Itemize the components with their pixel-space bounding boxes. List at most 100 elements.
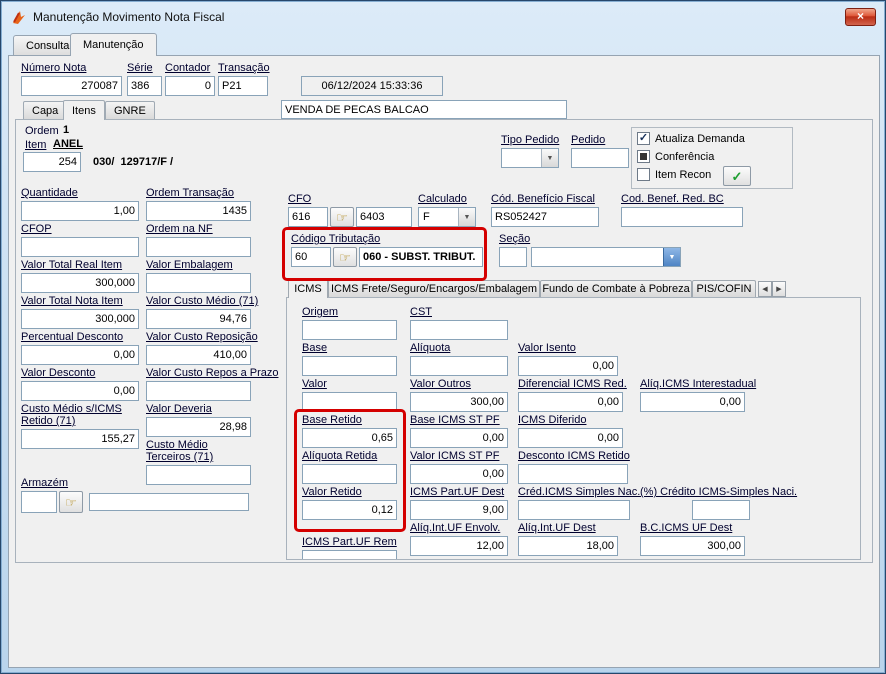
contador-input[interactable] (165, 76, 215, 96)
valor-retido-input[interactable] (302, 500, 397, 520)
chevron-down-icon[interactable]: ▼ (458, 208, 475, 226)
field-valor-outros: Valor Outros (410, 378, 508, 412)
cfo-lookup-button[interactable]: ☞ (330, 207, 354, 227)
atualiza-demanda-label: Atualiza Demanda (655, 133, 745, 145)
item-label[interactable]: Item (25, 139, 46, 151)
pct-credito-icms-simples-input[interactable] (692, 500, 750, 520)
icms-base-input[interactable] (302, 356, 397, 376)
icms-aliquota-input[interactable] (410, 356, 508, 376)
cfo-input[interactable] (288, 207, 328, 227)
numero-nota-input[interactable] (21, 76, 122, 96)
valor-icms-st-pf-input[interactable] (410, 464, 508, 484)
ordem-value: 1 (63, 124, 69, 136)
tab-icms[interactable]: ICMS (288, 279, 328, 298)
aliq-icms-interestadual-input[interactable] (640, 392, 745, 412)
tipo-pedido-combo[interactable]: ▼ (501, 148, 559, 168)
ordem-transacao-input[interactable] (146, 201, 251, 221)
tab-capa[interactable]: Capa (23, 101, 67, 119)
aliq-int-uf-envolv-label: Alíq.Int.UF Envolv. (410, 522, 508, 534)
codigo-tributacao-lookup-button[interactable]: ☞ (333, 247, 357, 267)
icms-part-uf-dest-input[interactable] (410, 500, 508, 520)
field-base-retido: Base Retido (302, 414, 397, 448)
armazem-descricao-input[interactable] (89, 493, 249, 511)
ordem-na-nf-input[interactable] (146, 237, 251, 257)
valor-desconto-input[interactable] (21, 381, 139, 401)
desconto-icms-retido-input[interactable] (518, 464, 628, 484)
codigo-tributacao-input[interactable] (291, 247, 331, 267)
tab-gnre[interactable]: GNRE (105, 101, 155, 119)
field-quantidade: Quantidade (21, 187, 139, 221)
valor-isento-input[interactable] (518, 356, 618, 376)
transacao-input[interactable] (218, 76, 268, 96)
icms-diferido-input[interactable] (518, 428, 623, 448)
lookup-icon: ☞ (336, 211, 348, 224)
cst-label: CST (410, 306, 508, 318)
valor-deveria-input[interactable] (146, 417, 251, 437)
close-icon[interactable]: × (845, 8, 876, 26)
tab-manutencao[interactable]: Manutenção (70, 33, 157, 56)
armazem-input[interactable] (21, 491, 57, 513)
origem-input[interactable] (302, 320, 397, 340)
cod-benef-red-bc-label: Cod. Benef. Red. BC (621, 193, 743, 205)
aliq-int-uf-envolv-input[interactable] (410, 536, 508, 556)
tab-scroll-right-icon[interactable]: ▶ (772, 281, 786, 297)
filled-checkbox-icon (637, 150, 650, 163)
tab-pis-cofins[interactable]: PIS/COFIN (692, 280, 756, 297)
icms-valor-input[interactable] (302, 392, 397, 412)
quantidade-input[interactable] (21, 201, 139, 221)
cod-benef-red-bc-input[interactable] (621, 207, 743, 227)
secao-combo[interactable]: ▼ (531, 247, 681, 267)
valor-outros-input[interactable] (410, 392, 508, 412)
tab-fundo-combate-pobreza[interactable]: Fundo de Combate à Pobreza (540, 280, 692, 297)
secao-input[interactable] (499, 247, 527, 267)
valor-total-nota-item-input[interactable] (21, 309, 139, 329)
base-icms-st-pf-input[interactable] (410, 428, 508, 448)
custo-medio-s-icms-input[interactable] (21, 429, 139, 449)
icms-part-uf-rem-input[interactable] (302, 550, 397, 560)
checkbox-item-recon[interactable]: Item Recon (637, 168, 711, 181)
field-ordem-na-nf: Ordem na NF (146, 223, 251, 257)
cfop-input[interactable] (21, 237, 139, 257)
aliquota-retida-input[interactable] (302, 464, 397, 484)
valor-custo-reposicao-input[interactable] (146, 345, 251, 365)
field-descricao-operacao (281, 100, 567, 119)
pedido-input[interactable] (571, 148, 629, 168)
calculado-combo[interactable]: F ▼ (418, 207, 476, 227)
field-diferencial-icms-red: Diferencial ICMS Red. (518, 378, 623, 412)
tab-itens[interactable]: Itens (63, 100, 105, 120)
chevron-down-icon[interactable]: ▼ (663, 248, 680, 266)
cred-icms-simples-input[interactable] (518, 500, 630, 520)
tab-icms-frete[interactable]: ICMS Frete/Seguro/Encargos/Embalagem (328, 280, 540, 297)
valor-total-real-item-input[interactable] (21, 273, 139, 293)
valor-embalagem-input[interactable] (146, 273, 251, 293)
valor-custo-medio-input[interactable] (146, 309, 251, 329)
custo-medio-terceiros-input[interactable] (146, 465, 251, 485)
field-item-codigo (23, 152, 81, 172)
cst-input[interactable] (410, 320, 508, 340)
chevron-down-icon[interactable]: ▼ (541, 149, 558, 167)
bc-icms-uf-dest-input[interactable] (640, 536, 745, 556)
field-tipo-pedido: Tipo Pedido ▼ (501, 134, 559, 168)
item-recon-confirm-button[interactable]: ✓ (723, 166, 751, 186)
aliq-int-uf-dest-input[interactable] (518, 536, 618, 556)
cod-beneficio-fiscal-input[interactable] (491, 207, 599, 227)
base-retido-input[interactable] (302, 428, 397, 448)
field-valor-isento: Valor Isento (518, 342, 618, 376)
icms-tab-panel: Origem CST Base Alíquota Valor Isento Va… (286, 297, 861, 560)
valor-isento-label: Valor Isento (518, 342, 618, 354)
valor-custo-repos-prazo-input[interactable] (146, 381, 251, 401)
tab-scroll-left-icon[interactable]: ◀ (758, 281, 772, 297)
serie-input[interactable] (127, 76, 162, 96)
armazem-lookup-button[interactable]: ☞ (59, 491, 83, 513)
field-origem: Origem (302, 306, 397, 340)
checkbox-conferencia[interactable]: Conferência (637, 150, 714, 163)
cfo-label: CFO (288, 193, 413, 205)
diferencial-icms-red-input[interactable] (518, 392, 623, 412)
checkbox-atualiza-demanda[interactable]: ✓ Atualiza Demanda (637, 132, 745, 145)
item-codigo-input[interactable] (23, 152, 81, 172)
percentual-desconto-input[interactable] (21, 345, 139, 365)
field-custo-medio-terceiros: Custo Médio Terceiros (71) (146, 439, 251, 485)
field-cred-icms-simples: Créd.ICMS Simples Nac. (518, 486, 630, 520)
cred-icms-simples-label: Créd.ICMS Simples Nac. (518, 486, 630, 498)
field-secao: Seção ▼ (499, 233, 683, 267)
